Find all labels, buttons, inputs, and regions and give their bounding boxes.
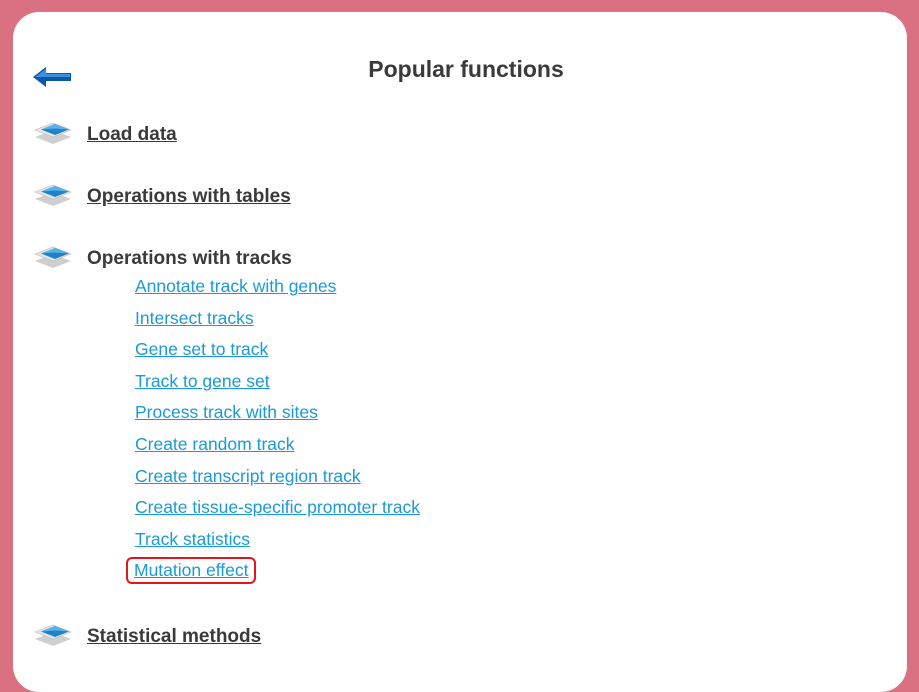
layers-icon — [33, 622, 73, 648]
layers-icon — [33, 244, 73, 270]
process-track-sites-link[interactable]: Process track with sites — [135, 400, 318, 423]
load-data-link[interactable]: Load data — [87, 124, 177, 146]
layers-icon — [33, 120, 73, 146]
statistical-methods-link[interactable]: Statistical methods — [87, 626, 261, 648]
list-item: Process track with sites — [135, 400, 420, 432]
annotate-track-link[interactable]: Annotate track with genes — [135, 274, 336, 297]
track-statistics-link[interactable]: Track statistics — [135, 527, 250, 550]
list-item: Mutation effect — [126, 557, 420, 590]
operations-with-tracks-heading: Operations with tracks — [87, 248, 292, 269]
layers-icon — [33, 182, 73, 208]
gene-set-to-track-link[interactable]: Gene set to track — [135, 337, 268, 360]
list-item: Gene set to track — [135, 337, 420, 369]
functions-panel: Popular functions Load data Operations w… — [13, 12, 907, 692]
list-item: Create tissue-specific promoter track — [135, 495, 420, 527]
list-item: Track statistics — [135, 527, 420, 559]
list-item: Create transcript region track — [135, 464, 420, 496]
create-tissue-promoter-track-link[interactable]: Create tissue-specific promoter track — [135, 495, 420, 518]
page-title: Popular functions — [368, 56, 564, 82]
mutation-effect-link[interactable]: Mutation effect — [126, 557, 257, 585]
list-item: Intersect tracks — [135, 306, 420, 338]
create-random-track-link[interactable]: Create random track — [135, 432, 295, 455]
create-transcript-region-track-link[interactable]: Create transcript region track — [135, 464, 361, 487]
list-item: Annotate track with genes — [135, 274, 420, 306]
list-item: Track to gene set — [135, 369, 420, 401]
list-item: Create random track — [135, 432, 420, 464]
track-operations-list: Annotate track with genes Intersect trac… — [126, 274, 420, 590]
operations-with-tables-link[interactable]: Operations with tables — [87, 186, 291, 208]
track-to-gene-set-link[interactable]: Track to gene set — [135, 369, 270, 392]
intersect-tracks-link[interactable]: Intersect tracks — [135, 306, 254, 329]
